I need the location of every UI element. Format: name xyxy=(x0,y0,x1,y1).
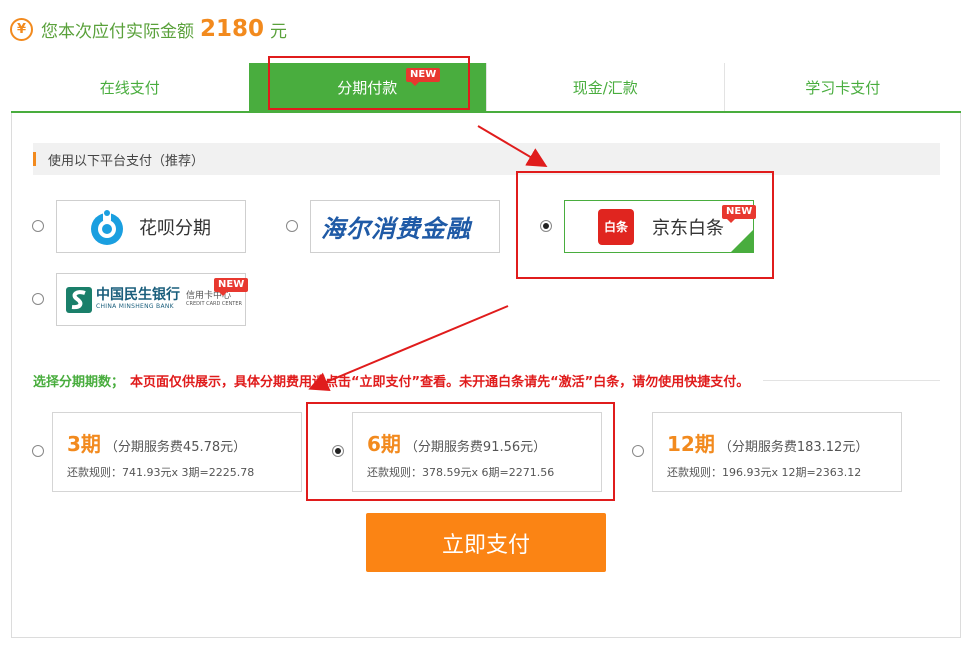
cmbc-logo-icon xyxy=(66,286,92,313)
amount-header: ¥ 您本次应付实际金额 2180 元 xyxy=(10,14,287,44)
tab-installment[interactable]: 分期付款 xyxy=(248,63,486,111)
installment-fee: （分期服务费183.12元） xyxy=(718,440,869,455)
cmbc-name-en: CHINA MINSHENG BANK xyxy=(96,303,174,310)
huabei-label: 花呗分期 xyxy=(139,217,211,239)
installment-rule: 还款规则：378.59元x 6期=2271.56 xyxy=(367,466,555,479)
installment-rule: 还款规则：196.93元x 12期=2363.12 xyxy=(667,466,862,479)
platform-section-label: 使用以下平台支付（推荐） xyxy=(48,153,205,169)
radio-jd-baitiao[interactable] xyxy=(540,220,552,232)
cmbc-credit-center-en: CREDIT CARD CENTER xyxy=(186,301,242,307)
new-badge: NEW xyxy=(214,278,249,296)
platform-section-title: 使用以下平台支付（推荐） xyxy=(33,143,940,175)
jd-baitiao-logo: 白条 xyxy=(598,208,634,245)
amount-unit: 元 xyxy=(270,21,288,42)
tab-study-card[interactable]: 学习卡支付 xyxy=(723,63,961,111)
cmbc-name: 中国民生银行 xyxy=(96,287,180,303)
installment-option-3[interactable]: 3期 （分期服务费45.78元） 还款规则：741.93元x 3期=2225.7… xyxy=(52,412,302,492)
pay-now-button[interactable]: 立即支付 xyxy=(366,513,606,572)
radio-cmbc[interactable] xyxy=(32,293,44,305)
platform-huabei[interactable]: 花呗分期 xyxy=(56,200,246,253)
platform-cmbc[interactable]: 中国民生银行 CHINA MINSHENG BANK 信用卡中心 CREDIT … xyxy=(56,273,249,326)
platform-jd-baitiao[interactable]: 白条 京东白条 NEW xyxy=(564,200,757,253)
installment-period: 6期 xyxy=(367,432,401,456)
new-badge: NEW xyxy=(406,68,441,86)
platform-haier[interactable]: 海尔消费金融 xyxy=(310,200,500,253)
selected-corner-icon xyxy=(731,230,753,252)
huabei-icon xyxy=(91,208,123,245)
installment-option-12[interactable]: 12期 （分期服务费183.12元） 还款规则：196.93元x 12期=236… xyxy=(652,412,902,492)
installment-fee: （分期服务费45.78元） xyxy=(104,440,247,455)
installment-period: 12期 xyxy=(667,432,715,456)
cmbc-credit-center: 信用卡中心 xyxy=(186,291,232,301)
tab-label: 现金/汇款 xyxy=(572,78,638,97)
tab-label: 学习卡支付 xyxy=(805,78,881,97)
haier-logo: 海尔消费金融 xyxy=(321,215,471,243)
tab-cash-remit[interactable]: 现金/汇款 xyxy=(486,63,724,111)
tab-label: 分期付款 xyxy=(337,78,398,97)
new-badge: NEW xyxy=(722,205,757,223)
payment-tabs: 在线支付 分期付款 现金/汇款 学习卡支付 xyxy=(11,63,961,113)
radio-huabei[interactable] xyxy=(32,220,44,232)
tab-label: 在线支付 xyxy=(99,78,160,97)
installment-fee: （分期服务费91.56元） xyxy=(404,440,547,455)
jd-baitiao-label: 京东白条 xyxy=(652,217,724,239)
radio-installment-6[interactable] xyxy=(332,445,344,457)
installment-rule: 还款规则：741.93元x 3期=2225.78 xyxy=(67,466,255,479)
radio-installment-12[interactable] xyxy=(632,445,644,457)
divider xyxy=(763,379,940,381)
tab-online-pay[interactable]: 在线支付 xyxy=(11,63,249,111)
installment-option-6[interactable]: 6期 （分期服务费91.56元） 还款规则：378.59元x 6期=2271.5… xyxy=(352,412,602,492)
radio-haier[interactable] xyxy=(286,220,298,232)
yen-icon: ¥ xyxy=(10,17,33,41)
installment-title: 选择分期期数； xyxy=(33,374,125,390)
installment-period: 3期 xyxy=(67,432,101,456)
radio-installment-3[interactable] xyxy=(32,445,44,457)
installment-header: 选择分期期数； 本页面仅供展示，具体分期费用请点击“立即支付”查看。未开通白条请… xyxy=(33,372,940,390)
installment-note: 本页面仅供展示，具体分期费用请点击“立即支付”查看。未开通白条请先“激活”白条，… xyxy=(130,374,750,390)
amount-label: 您本次应付实际金额 xyxy=(41,21,194,42)
amount-value: 2180 xyxy=(200,16,265,42)
